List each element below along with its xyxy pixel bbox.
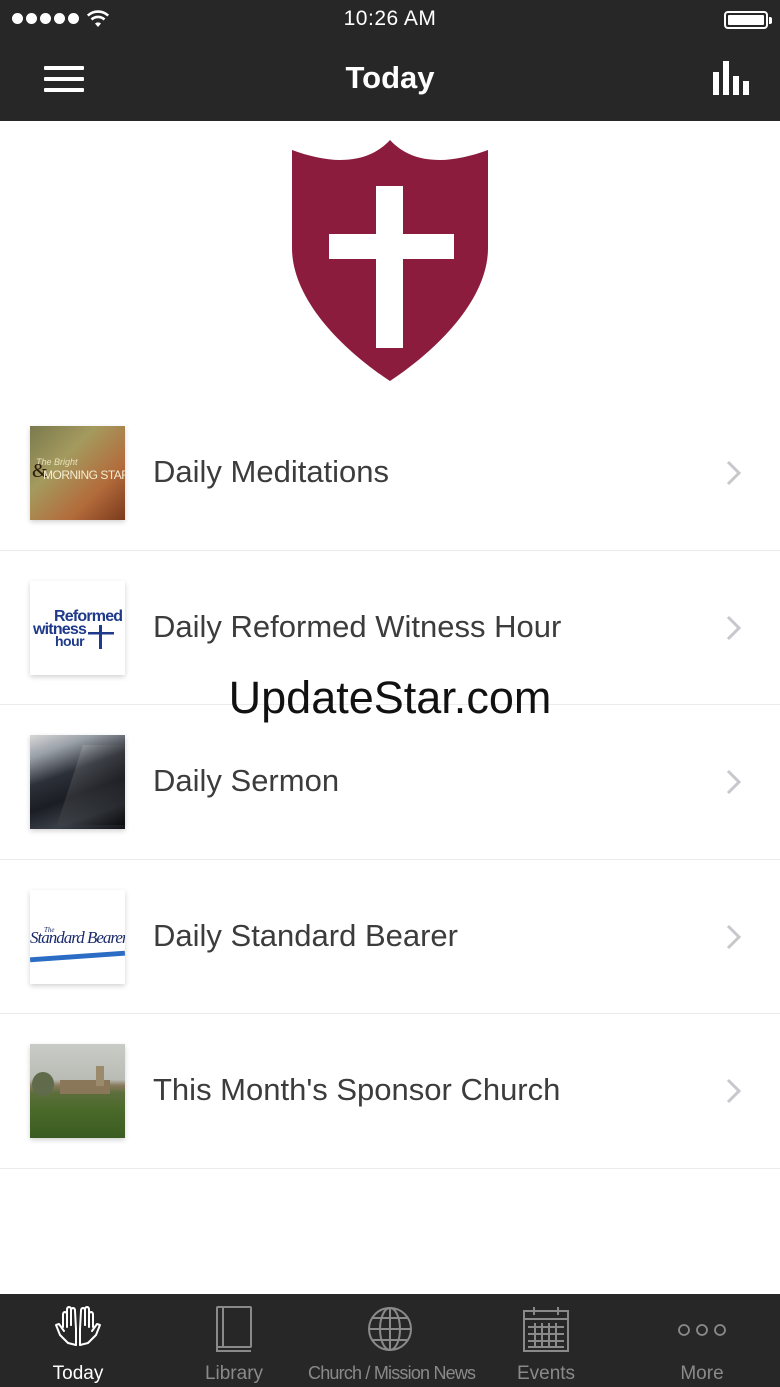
top-bar: 10:26 AM Today	[0, 0, 780, 121]
watermark: UpdateStar.com	[228, 672, 552, 723]
tab-church-mission-news[interactable]: Church / Mission News	[308, 1294, 476, 1387]
tab-label: More	[680, 1363, 724, 1384]
status-bar: 10:26 AM	[0, 0, 780, 40]
tab-label: Church / Mission News	[308, 1363, 476, 1383]
globe-icon	[368, 1307, 412, 1351]
list-item-label: Daily Standard Bearer	[153, 917, 458, 953]
shield-cross-logo	[292, 140, 488, 381]
morning-star-thumbnail: The Bright & MORNING STAR	[30, 426, 125, 520]
cross-icon	[88, 624, 114, 649]
reformed-witness-hour-thumbnail: Reformed witness hour	[30, 580, 125, 675]
list-item[interactable]: Daily Sermon	[0, 705, 780, 860]
chevron-right-icon	[726, 924, 742, 949]
more-dots-icon	[678, 1324, 726, 1336]
chevron-right-icon	[726, 769, 742, 795]
tab-label: Today	[52, 1363, 104, 1384]
book-icon	[216, 1306, 252, 1352]
list-item[interactable]: The Standard Bearer Daily Standard Beare…	[0, 860, 780, 1014]
calendar-icon	[523, 1307, 569, 1352]
status-time: 10:26 AM	[343, 7, 437, 30]
list-item[interactable]: The Bright & MORNING STAR Daily Meditati…	[0, 396, 780, 551]
tab-events[interactable]: Events	[468, 1294, 624, 1387]
chevron-right-icon	[726, 1078, 742, 1104]
list-item-label: Daily Meditations	[153, 454, 390, 489]
tab-label: Library	[204, 1363, 264, 1384]
tab-label: Events	[516, 1363, 576, 1384]
battery-icon	[724, 11, 772, 29]
tab-today[interactable]: Today	[0, 1294, 156, 1387]
tab-more[interactable]: More	[624, 1294, 780, 1387]
list-item-label: Daily Sermon	[153, 763, 340, 798]
list-item-label: This Month's Sponsor Church	[153, 1072, 561, 1107]
list-item-label: Daily Reformed Witness Hour	[153, 608, 562, 644]
list-item[interactable]: This Month's Sponsor Church	[0, 1014, 780, 1169]
church-photo-thumbnail	[30, 1044, 125, 1138]
bible-photo-thumbnail	[30, 735, 125, 829]
chevron-right-icon	[726, 460, 742, 486]
tab-bar: Today Library Church / Mission News Even…	[0, 1294, 780, 1387]
praying-hands-icon	[55, 1306, 101, 1346]
bar-chart-icon[interactable]	[713, 61, 749, 95]
tab-library[interactable]: Library	[156, 1294, 312, 1387]
chevron-right-icon	[726, 615, 742, 640]
standard-bearer-thumbnail: The Standard Bearer	[30, 889, 125, 984]
page-title: Today	[345, 60, 435, 95]
today-list: The Bright & MORNING STAR Daily Meditati…	[0, 396, 780, 1169]
